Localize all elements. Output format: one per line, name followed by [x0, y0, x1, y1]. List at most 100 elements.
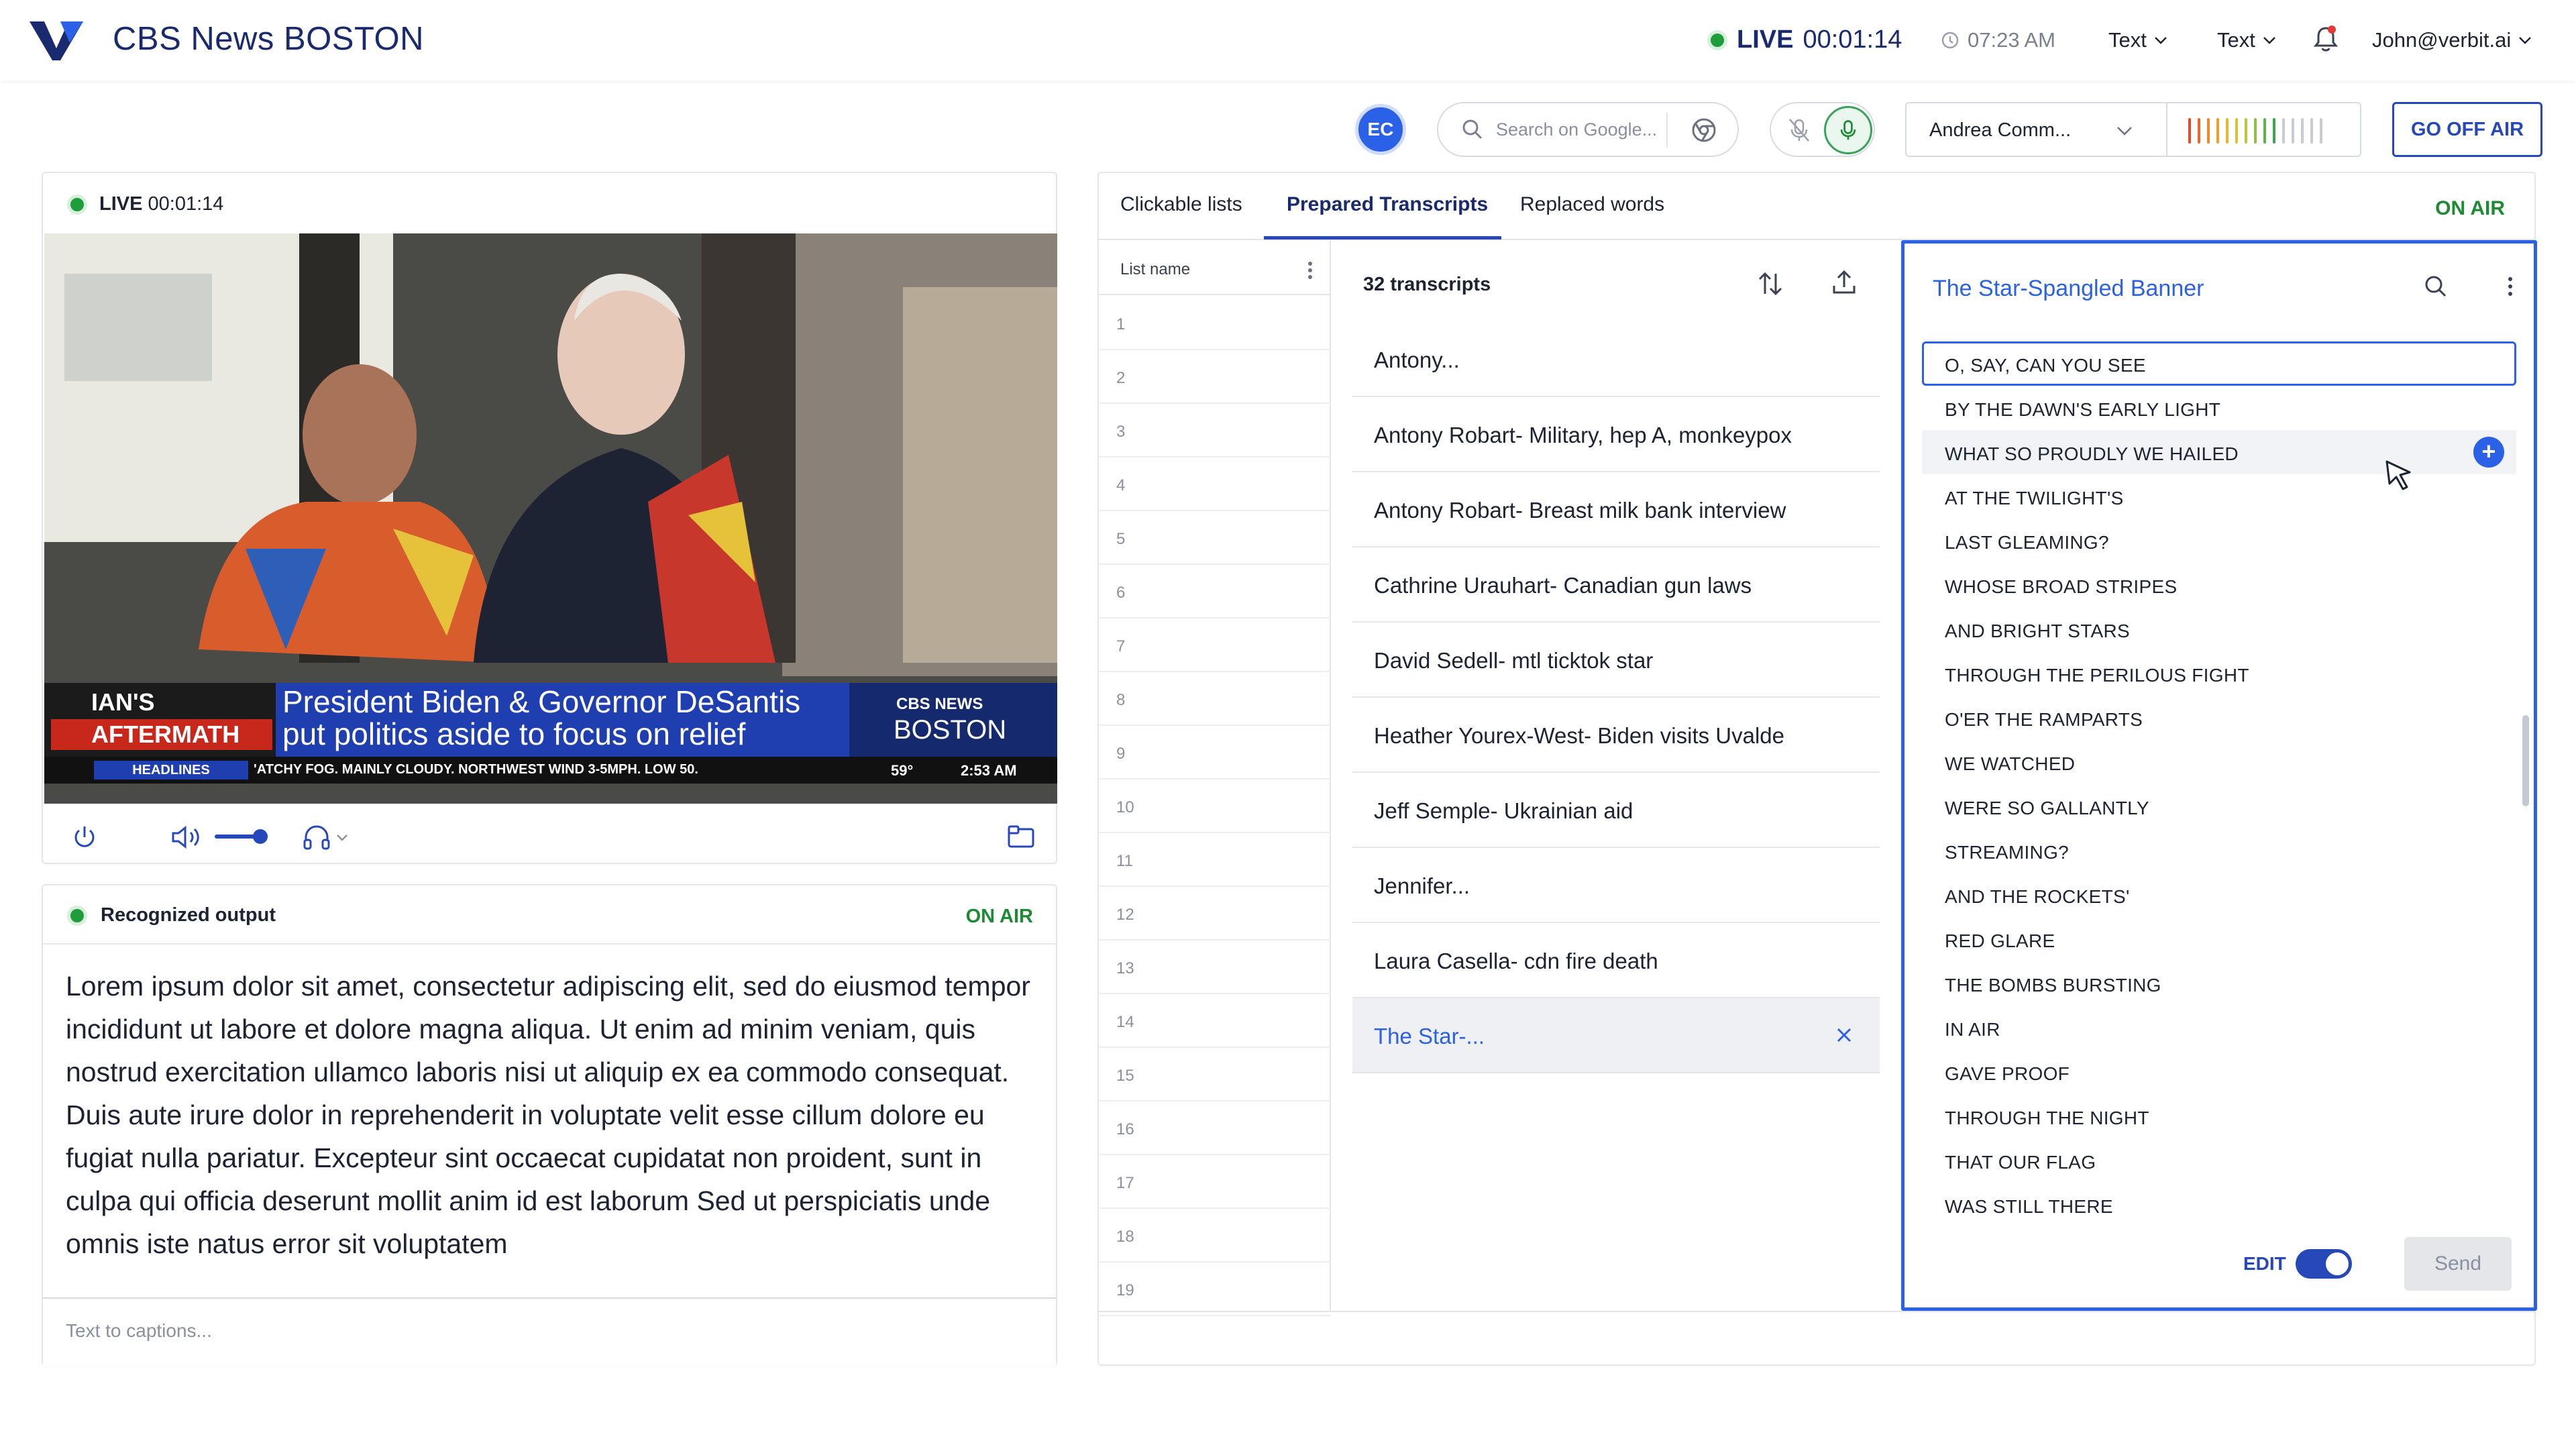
list-row[interactable]: 7	[1099, 619, 1331, 672]
headphones-icon[interactable]	[302, 822, 331, 852]
output-on-air-status: ON AIR	[965, 906, 1033, 927]
transcript-item[interactable]: Jeff Semple- Ukrainian aid	[1352, 773, 1880, 848]
transcript-line[interactable]: THAT OUR FLAG	[1922, 1138, 2516, 1183]
list-row[interactable]: 15	[1099, 1048, 1331, 1102]
transcript-line[interactable]: AND BRIGHT STARS	[1922, 607, 2516, 651]
transcript-item[interactable]: The Star-...	[1352, 998, 1880, 1073]
transcript-line-text: O'ER THE RAMPARTS	[1945, 709, 2143, 730]
header-clock: 07:23 AM	[1941, 28, 2055, 52]
app-title: CBS News BOSTON	[113, 21, 425, 57]
chevron-down-icon[interactable]	[335, 833, 349, 843]
text-dropdown-2[interactable]: Text	[2217, 28, 2277, 52]
transcript-item[interactable]: Antony Robart- Military, hep A, monkeypo…	[1352, 397, 1880, 472]
list-row[interactable]: 19	[1099, 1263, 1331, 1316]
edit-toggle[interactable]	[2296, 1249, 2352, 1279]
transcript-line[interactable]: RED GLARE	[1922, 917, 2516, 961]
tab-clickable-lists[interactable]: Clickable lists	[1120, 193, 1242, 216]
add-line-button[interactable]: +	[2473, 437, 2504, 468]
picture-in-picture-icon[interactable]	[1006, 825, 1036, 849]
transcript-line[interactable]: THE BOMBS BURSTING	[1922, 961, 2516, 1006]
transcript-line[interactable]: AND THE ROCKETS'	[1922, 873, 2516, 917]
active-tab-indicator	[1264, 236, 1501, 239]
video-player[interactable]: IAN'S AFTERMATH President Biden & Govern…	[44, 233, 1057, 804]
transcript-line[interactable]: STREAMING?	[1922, 828, 2516, 873]
transcript-line[interactable]: WAS STILL THERE	[1922, 1183, 2516, 1227]
more-vertical-icon[interactable]	[2507, 276, 2514, 297]
transcript-item[interactable]: Laura Casella- cdn fire death	[1352, 923, 1880, 998]
power-icon[interactable]	[71, 824, 98, 851]
sort-icon[interactable]	[1756, 270, 1784, 298]
text-dropdown-1[interactable]: Text	[2108, 28, 2168, 52]
tab-prepared-transcripts[interactable]: Prepared Transcripts	[1287, 193, 1488, 216]
transcript-item[interactable]: Cathrine Urauhart- Canadian gun laws	[1352, 547, 1880, 623]
user-avatar[interactable]: EC	[1355, 104, 1406, 155]
clock-time: 07:23 AM	[1968, 28, 2055, 52]
transcript-item-label: The Star-...	[1374, 1024, 1485, 1049]
transcript-line[interactable]: WERE SO GALLANTLY	[1922, 784, 2516, 828]
transcript-item-label: Cathrine Urauhart- Canadian gun laws	[1374, 573, 1752, 598]
transcript-line[interactable]: WE WATCHED	[1922, 740, 2516, 784]
video-panel: LIVE 00:01:14 IAN'S AFTERMATH President …	[42, 172, 1057, 864]
list-row[interactable]: 13	[1099, 941, 1331, 994]
close-icon[interactable]	[1834, 1025, 1854, 1045]
recognized-output-panel: Recognized output ON AIR Lorem ipsum dol…	[42, 884, 1057, 1366]
search-icon[interactable]	[2422, 273, 2449, 300]
transcript-detail: The Star-Spangled Banner O, SAY, CAN YOU…	[1901, 240, 2537, 1311]
transcript-line[interactable]: BY THE DAWN'S EARLY LIGHT	[1922, 386, 2516, 430]
transcript-line[interactable]: THROUGH THE NIGHT	[1922, 1094, 2516, 1138]
transcript-line[interactable]: O'ER THE RAMPARTS	[1922, 696, 2516, 740]
transcript-line[interactable]: LAST GLEAMING?	[1922, 519, 2516, 563]
transcript-line-text: AT THE TWILIGHT'S	[1945, 488, 2124, 508]
volume-slider[interactable]	[215, 829, 268, 844]
tab-bar: Clickable lists Prepared Transcripts Rep…	[1099, 173, 2534, 240]
tab-replaced-words[interactable]: Replaced words	[1520, 193, 1664, 216]
transcripts-panel: Clickable lists Prepared Transcripts Rep…	[1097, 172, 2537, 1366]
chrome-icon[interactable]	[1690, 117, 1717, 144]
transcripts-count: 32 transcripts	[1363, 274, 1491, 295]
volume-slider-handle[interactable]	[253, 829, 268, 844]
transcript-item[interactable]: Antony...	[1352, 322, 1880, 397]
list-row[interactable]: 5	[1099, 511, 1331, 565]
send-button[interactable]: Send	[2404, 1237, 2512, 1291]
list-row[interactable]: 16	[1099, 1102, 1331, 1155]
list-row[interactable]: 9	[1099, 726, 1331, 780]
list-row[interactable]: 18	[1099, 1209, 1331, 1263]
list-row[interactable]: 12	[1099, 887, 1331, 941]
mic-on-button[interactable]	[1824, 106, 1872, 154]
list-row[interactable]: 17	[1099, 1155, 1331, 1209]
list-row[interactable]: 14	[1099, 994, 1331, 1048]
list-row[interactable]: 10	[1099, 780, 1331, 833]
transcript-line[interactable]: IN AIR	[1922, 1006, 2516, 1050]
google-search-box[interactable]: Search on Google...	[1437, 102, 1739, 157]
live-indicator-icon	[67, 194, 87, 215]
list-row[interactable]: 11	[1099, 833, 1331, 887]
transcript-line[interactable]: WHAT SO PROUDLY WE HAILED +	[1922, 430, 2516, 474]
mic-muted-icon[interactable]	[1786, 117, 1813, 144]
volume-icon[interactable]	[170, 824, 204, 851]
panel-on-air-status: ON AIR	[2435, 197, 2505, 219]
transcript-line[interactable]: O, SAY, CAN YOU SEE	[1922, 341, 2516, 386]
transcript-item[interactable]: Heather Yourex-West- Biden visits Uvalde	[1352, 698, 1880, 773]
transcript-item[interactable]: Antony Robart- Breast milk bank intervie…	[1352, 472, 1880, 547]
transcript-item[interactable]: Jennifer...	[1352, 848, 1880, 923]
transcript-item[interactable]: David Sedell- mtl ticktok star	[1352, 623, 1880, 698]
transcript-line-text: WHOSE BROAD STRIPES	[1945, 576, 2178, 597]
speaker-select[interactable]: Andrea Comm...	[1905, 102, 2361, 157]
list-row[interactable]: 3	[1099, 404, 1331, 458]
list-row[interactable]: 8	[1099, 672, 1331, 726]
transcript-line[interactable]: AT THE TWILIGHT'S	[1922, 474, 2516, 519]
list-row[interactable]: 2	[1099, 350, 1331, 404]
scrollbar[interactable]	[2522, 715, 2529, 806]
text-to-captions-input[interactable]	[66, 1320, 1005, 1342]
user-menu[interactable]: John@verbit.ai	[2372, 28, 2532, 52]
transcript-line[interactable]: WHOSE BROAD STRIPES	[1922, 563, 2516, 607]
transcript-line[interactable]: GAVE PROOF	[1922, 1050, 2516, 1094]
transcript-line[interactable]: THROUGH THE PERILOUS FIGHT	[1922, 651, 2516, 696]
upload-icon[interactable]	[1830, 268, 1858, 297]
list-row[interactable]: 4	[1099, 458, 1331, 511]
go-off-air-button[interactable]: GO OFF AIR	[2392, 102, 2542, 157]
list-row[interactable]: 1	[1099, 297, 1331, 350]
notification-bell-icon[interactable]	[2312, 24, 2339, 54]
more-vertical-icon[interactable]	[1307, 260, 1313, 280]
list-row[interactable]: 6	[1099, 565, 1331, 619]
